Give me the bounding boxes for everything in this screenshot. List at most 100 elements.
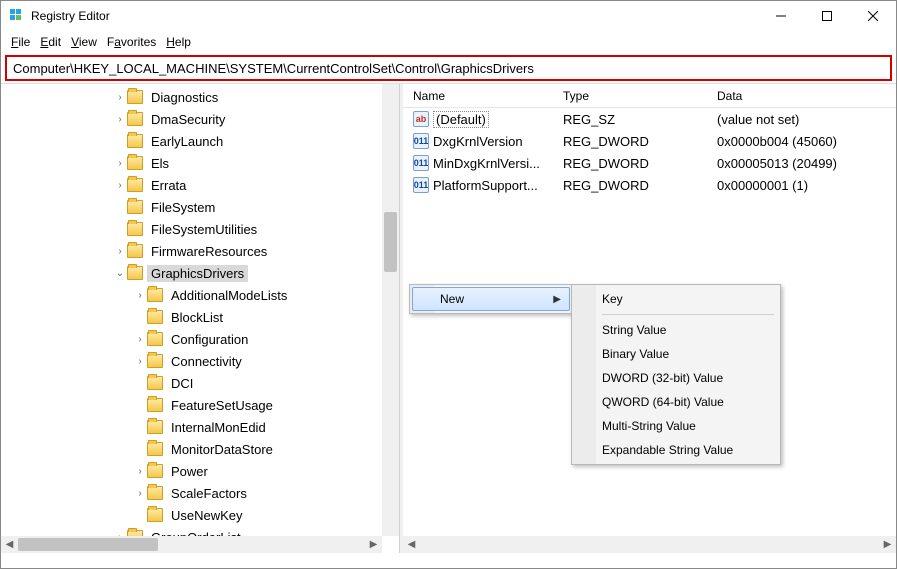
scroll-right-icon[interactable]: ▶ (365, 539, 382, 550)
menu-label: New (440, 292, 464, 306)
value-row[interactable]: 011 MinDxgKrnlVersi... REG_DWORD0x00005013… (403, 152, 896, 174)
folder-icon (127, 112, 143, 126)
value-type: REG_DWORD (553, 156, 707, 171)
tree-item[interactable]: DCI (1, 372, 399, 394)
tree-item-label: EarlyLaunch (147, 133, 227, 150)
tree-item-label: Connectivity (167, 353, 246, 370)
column-type[interactable]: Type (553, 89, 707, 103)
column-name[interactable]: Name (403, 89, 553, 103)
tree-item-label: GraphicsDrivers (147, 265, 248, 282)
tree-item[interactable]: ⌄ GraphicsDrivers (1, 262, 399, 284)
chevron-right-icon[interactable]: › (113, 92, 127, 103)
values-header: Name Type Data (403, 84, 896, 108)
tree-item-label: FeatureSetUsage (167, 397, 277, 414)
scroll-right-icon[interactable]: ▶ (879, 539, 896, 550)
tree-item[interactable]: MonitorDataStore (1, 438, 399, 460)
registry-tree[interactable]: ›Diagnostics›DmaSecurityEarlyLaunch›Els›… (1, 84, 399, 550)
folder-icon (127, 266, 143, 280)
close-button[interactable] (850, 1, 896, 31)
chevron-right-icon[interactable]: › (113, 246, 127, 257)
tree-item[interactable]: › Connectivity (1, 350, 399, 372)
tree-item[interactable]: UseNewKey (1, 504, 399, 526)
scrollbar-thumb[interactable] (384, 212, 397, 272)
tree-item[interactable]: InternalMonEdid (1, 416, 399, 438)
minimize-button[interactable] (758, 1, 804, 31)
chevron-right-icon[interactable]: › (133, 356, 147, 367)
folder-icon (147, 310, 163, 324)
submenu-item[interactable]: Multi-String Value (574, 414, 778, 438)
submenu-item[interactable]: Expandable String Value (574, 438, 778, 462)
values-horizontal-scrollbar[interactable]: ◀ ▶ (403, 536, 896, 553)
menu-view[interactable]: View (67, 33, 101, 51)
tree-item-label: InternalMonEdid (167, 419, 270, 436)
tree-item[interactable]: FileSystemUtilities (1, 218, 399, 240)
tree-item[interactable]: ›Els (1, 152, 399, 174)
chevron-down-icon[interactable]: ⌄ (113, 268, 127, 279)
binary-value-icon: 011 (413, 155, 429, 171)
menu-file[interactable]: File (7, 33, 34, 51)
tree-item[interactable]: BlockList (1, 306, 399, 328)
tree-item-label: Diagnostics (147, 89, 222, 106)
chevron-right-icon[interactable]: › (133, 290, 147, 301)
tree-item[interactable]: › Diagnostics (1, 86, 399, 108)
values-list[interactable]: ab(Default)REG_SZ(value not set)011DxgKr… (403, 108, 896, 196)
tree-item[interactable]: ›Errata (1, 174, 399, 196)
submenu-item[interactable]: DWORD (32-bit) Value (574, 366, 778, 390)
tree-item[interactable]: FeatureSetUsage (1, 394, 399, 416)
tree-item-label: DmaSecurity (147, 111, 229, 128)
tree-item[interactable]: › Power (1, 460, 399, 482)
tree-item[interactable]: EarlyLaunch (1, 130, 399, 152)
tree-item-label: BlockList (167, 309, 227, 326)
chevron-right-icon[interactable]: › (113, 114, 127, 125)
menu-edit[interactable]: Edit (36, 33, 65, 51)
scroll-left-icon[interactable]: ◀ (403, 539, 420, 550)
value-name: DxgKrnlVersion (433, 134, 523, 149)
context-menu-new[interactable]: New ▶ (412, 287, 570, 311)
tree-item[interactable]: › FirmwareResources (1, 240, 399, 262)
column-data[interactable]: Data (707, 89, 896, 103)
tree-item-label: FirmwareResources (147, 243, 271, 260)
folder-icon (147, 376, 163, 390)
chevron-right-icon[interactable]: › (113, 180, 127, 191)
value-row[interactable]: ab(Default)REG_SZ(value not set) (403, 108, 896, 130)
address-bar[interactable]: Computer\HKEY_LOCAL_MACHINE\SYSTEM\Curre… (5, 55, 892, 81)
folder-icon (147, 354, 163, 368)
chevron-right-icon[interactable]: › (133, 334, 147, 345)
chevron-right-icon[interactable]: › (133, 488, 147, 499)
folder-icon (147, 486, 163, 500)
tree-item[interactable]: ›AdditionalModeLists (1, 284, 399, 306)
folder-icon (147, 332, 163, 346)
tree-item[interactable]: › Configuration (1, 328, 399, 350)
submenu-item[interactable]: QWORD (64-bit) Value (574, 390, 778, 414)
folder-icon (147, 288, 163, 302)
scrollbar-thumb[interactable] (18, 538, 158, 551)
tree-horizontal-scrollbar[interactable]: ◀ ▶ (1, 536, 382, 553)
tree-item[interactable]: FileSystem (1, 196, 399, 218)
submenu-item[interactable]: Binary Value (574, 342, 778, 366)
value-row[interactable]: 011DxgKrnlVersionREG_DWORD0x0000b004 (45… (403, 130, 896, 152)
scroll-left-icon[interactable]: ◀ (1, 539, 18, 550)
address-text: Computer\HKEY_LOCAL_MACHINE\SYSTEM\Curre… (13, 61, 534, 76)
submenu-item[interactable]: Key (574, 287, 778, 311)
submenu-arrow-icon: ▶ (553, 294, 561, 305)
value-data: 0x00005013 (20499) (707, 156, 896, 171)
tree-item-label: Power (167, 463, 212, 480)
titlebar: Registry Editor (1, 1, 896, 31)
maximize-button[interactable] (804, 1, 850, 31)
tree-pane: ›Diagnostics›DmaSecurityEarlyLaunch›Els›… (1, 84, 399, 553)
chevron-right-icon[interactable]: › (113, 158, 127, 169)
chevron-right-icon[interactable]: › (133, 466, 147, 477)
submenu-item[interactable]: String Value (574, 318, 778, 342)
menu-help[interactable]: Help (162, 33, 195, 51)
folder-icon (127, 244, 143, 258)
value-name: MinDxgKrnlVersi... (433, 156, 540, 171)
value-type: REG_SZ (553, 112, 707, 127)
folder-icon (127, 200, 143, 214)
tree-item-label: ScaleFactors (167, 485, 251, 502)
tree-item-label: Configuration (167, 331, 252, 348)
menu-favorites[interactable]: Favorites (103, 33, 160, 51)
tree-item[interactable]: › ScaleFactors (1, 482, 399, 504)
tree-item[interactable]: › DmaSecurity (1, 108, 399, 130)
tree-vertical-scrollbar[interactable] (382, 84, 399, 536)
value-row[interactable]: 011PlatformSupport...REG_DWORD0x00000001… (403, 174, 896, 196)
